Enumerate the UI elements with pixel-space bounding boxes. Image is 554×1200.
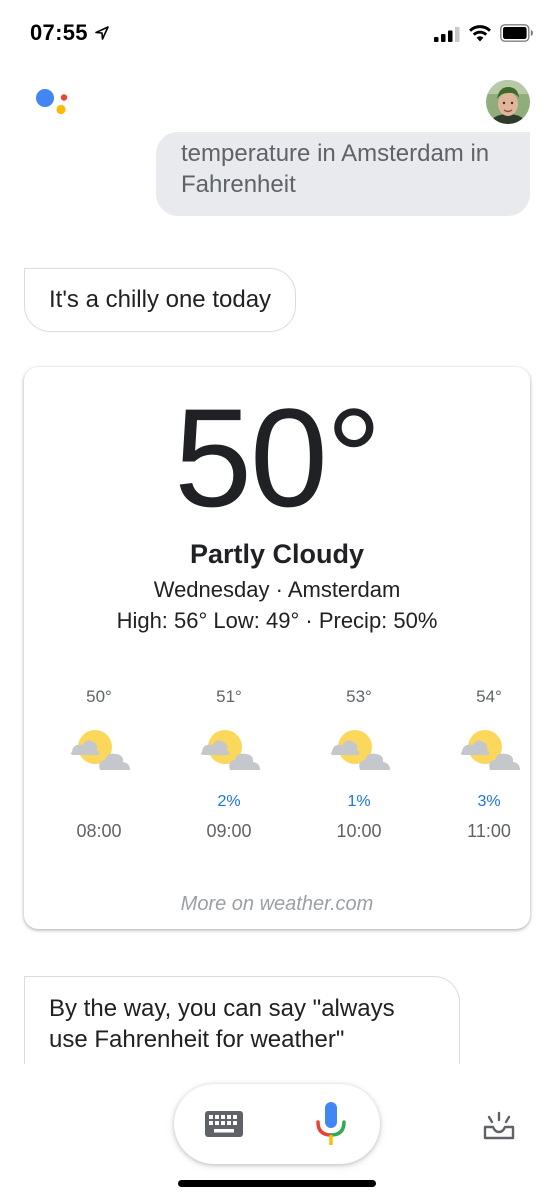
hour-temperature: 53° [346, 687, 372, 706]
hour-time: 10:00 [336, 821, 382, 841]
status-time: 07:55 [30, 20, 88, 45]
partly-cloudy-icon [460, 730, 520, 770]
status-bar: 07:55 [0, 0, 554, 70]
home-indicator[interactable] [178, 1180, 376, 1187]
weather-day-city: Wednesday · Amsterdam [153, 577, 401, 602]
assistant-tip-bubble: By the way, you can say "always use Fahr… [24, 976, 460, 1072]
hour-precipitation: 2% [217, 793, 241, 810]
assistant-reply-bubble: It's a chilly one today [24, 268, 297, 332]
hour-time: 08:00 [76, 821, 122, 841]
weather-card[interactable]: 50° Partly Cloudy Wednesday · Amsterdam … [24, 367, 530, 929]
weather-condition: Partly Cloudy [189, 539, 365, 569]
hour-temperature: 51° [216, 687, 242, 706]
cellular-signal-icon [434, 27, 460, 42]
hour-precipitation [34, 791, 164, 813]
hour-precipitation: 3% [477, 793, 501, 810]
user-query-bubble: temperature in Amsterdam in Fahrenheit [156, 132, 530, 216]
more-on-weather-link[interactable]: More on weather.com [24, 893, 530, 916]
explore-tray-icon[interactable] [482, 1110, 516, 1140]
hour-time: 11:00 [467, 821, 511, 841]
google-assistant-logo [36, 89, 68, 115]
assistant-reply-text: It's a chilly one today [49, 286, 272, 313]
partly-cloudy-icon [200, 730, 260, 770]
hourly-forecast: 50° 08:00 51° 2% 09:00 53° 1% 10:00 54° … [34, 685, 520, 855]
battery-icon [500, 24, 533, 42]
hour-time: 09:00 [206, 821, 252, 841]
avatar[interactable] [486, 80, 530, 124]
hourly-forecast-item: 51° 2% 09:00 [164, 685, 294, 843]
microphone-icon[interactable] [312, 1100, 350, 1148]
avatar-photo [486, 80, 530, 124]
hour-precipitation: 1% [347, 793, 371, 810]
current-temperature: 50° [174, 379, 382, 536]
hourly-forecast-item: 54° 3% 11:00 [424, 685, 554, 843]
hour-temperature: 50° [86, 687, 112, 706]
user-query-text: temperature in Amsterdam in Fahrenheit [181, 140, 490, 198]
input-controls [174, 1084, 380, 1164]
wifi-icon [469, 25, 491, 42]
location-arrow-icon [95, 26, 109, 40]
hour-temperature: 54° [476, 687, 502, 706]
hourly-forecast-item: 50° 08:00 [34, 685, 164, 843]
hourly-forecast-item: 53° 1% 10:00 [294, 685, 424, 843]
weather-high-low-precip: High: 56° Low: 49° · Precip: 50% [116, 608, 438, 633]
keyboard-icon[interactable] [204, 1110, 244, 1138]
partly-cloudy-icon [70, 730, 130, 770]
assistant-tip-text: By the way, you can say "always use Fahr… [49, 995, 395, 1053]
partly-cloudy-icon [330, 730, 390, 770]
